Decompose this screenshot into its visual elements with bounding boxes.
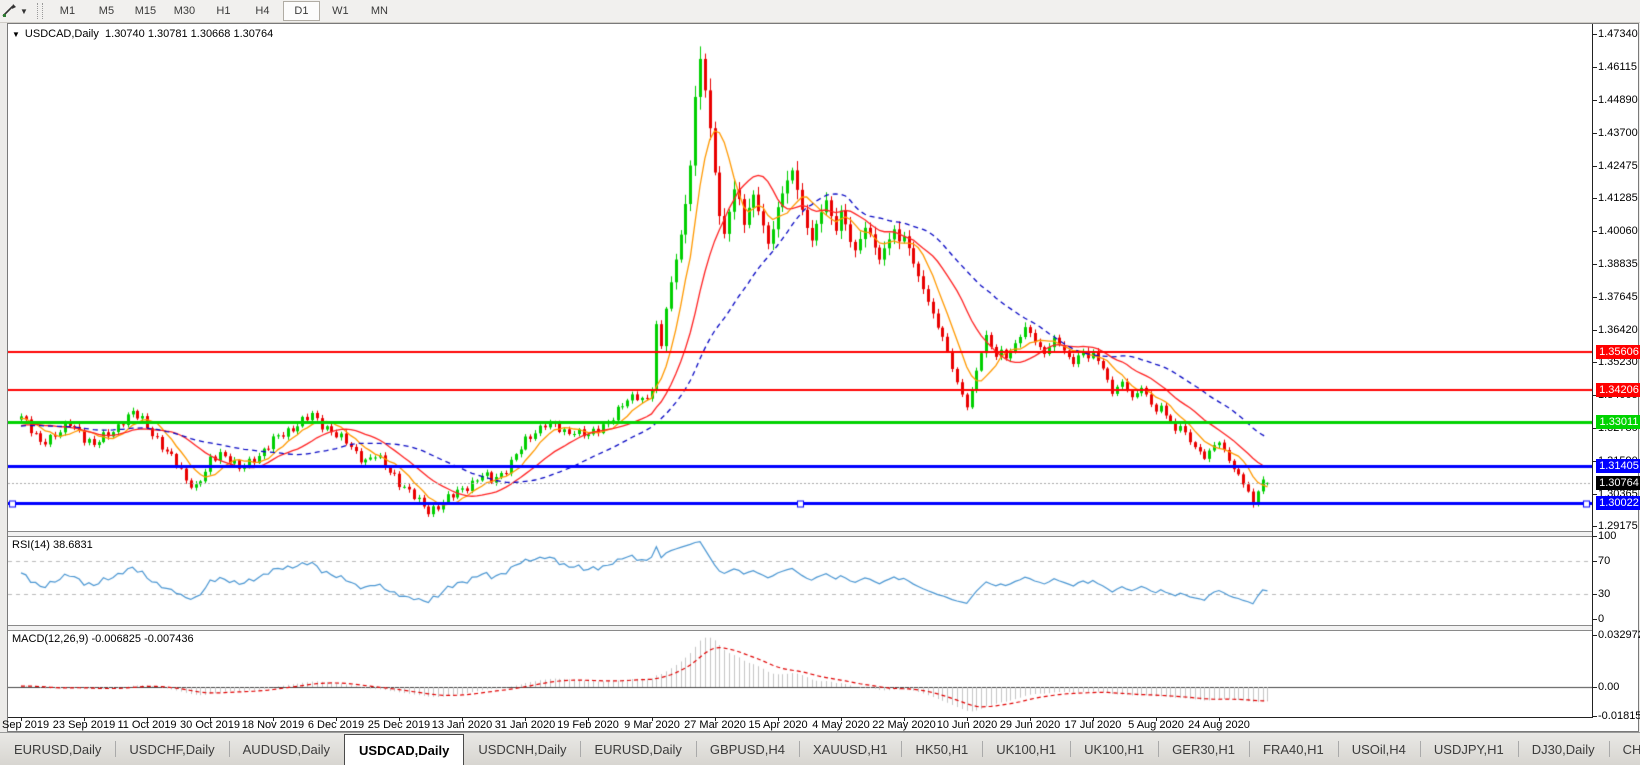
hline-price-tag: 1.34206	[1596, 383, 1640, 397]
hline-price-tag: 1.35606	[1596, 345, 1640, 359]
toolbar-grip[interactable]	[36, 3, 43, 19]
chart-tab-ger30-h1[interactable]: GER30,H1	[1158, 733, 1251, 765]
time-axis-line	[8, 717, 1593, 718]
timeframe-button-h4[interactable]: H4	[244, 1, 281, 21]
rsi-tick-mark	[1592, 561, 1597, 562]
chart-tab-usdcnh-daily[interactable]: USDCNH,Daily	[464, 733, 582, 765]
timeframe-toolbar: ▼ M1 M5 M15 M30 H1 H4 D1 W1 MN	[0, 0, 1640, 23]
macd-axis-label: 0.00	[1598, 681, 1620, 693]
rsi-level-label: 100	[1598, 530, 1617, 542]
date-tick-label: 24 Aug 2020	[1188, 719, 1250, 731]
price-tick-label: 1.46115	[1598, 61, 1637, 73]
timeframe-button-m15[interactable]: M15	[127, 1, 164, 21]
chart-symbol-label: USDCAD,Daily	[24, 28, 99, 40]
chart-tab-usoil-h4[interactable]: USOil,H4	[1338, 733, 1421, 765]
rsi-splitter[interactable]	[8, 531, 1592, 537]
price-tick-mark	[1592, 34, 1597, 35]
rsi-indicator-label: RSI(14) 38.6831	[12, 539, 93, 551]
price-tick-mark	[1592, 133, 1597, 134]
dropdown-arrow-icon: ▼	[20, 6, 28, 16]
rsi-level-label: 0	[1598, 613, 1605, 625]
macd-indicator-label: MACD(12,26,9) -0.006825 -0.007436	[12, 633, 194, 645]
rsi-tick-mark	[1592, 536, 1597, 537]
timeframe-button-m5[interactable]: M5	[88, 1, 125, 21]
hline-price-tag: 1.31405	[1596, 459, 1640, 473]
price-tick-mark	[1592, 198, 1597, 199]
chart-tab-uk100-h1[interactable]: UK100,H1	[982, 733, 1072, 765]
timeframe-button-d1[interactable]: D1	[282, 1, 320, 21]
price-tick-label: 1.47340	[1598, 28, 1638, 40]
rsi-tick-mark	[1592, 619, 1597, 620]
price-tick-mark	[1592, 362, 1597, 363]
macd-tick-mark	[1592, 687, 1597, 688]
chart-tab-eurusd-daily[interactable]: EURUSD,Daily	[0, 733, 117, 765]
price-tick-label: 1.38835	[1598, 258, 1638, 270]
price-tick-label: 1.43700	[1598, 127, 1638, 139]
price-tick-label: 1.36420	[1598, 324, 1638, 336]
chart-tab-eurusd-daily[interactable]: EURUSD,Daily	[580, 733, 697, 765]
timeframe-button-h1[interactable]: H1	[205, 1, 242, 21]
chart-tabs: EURUSD,Daily USDCHF,Daily AUDUSD,Daily USDC…	[0, 733, 1640, 765]
price-tick-label: 1.42475	[1598, 160, 1638, 172]
chart-tab-fra40-h1[interactable]: FRA40,H1	[1249, 733, 1339, 765]
chart-tab-usdchf-daily[interactable]: USDCHF,Daily	[115, 733, 230, 765]
price-tick-label: 1.44890	[1598, 94, 1638, 106]
chart-collapse-icon[interactable]: ▼	[12, 30, 20, 39]
timeframe-button-m30[interactable]: M30	[166, 1, 203, 21]
chart-tab-usdcad-daily[interactable]: USDCAD,Daily	[344, 734, 465, 765]
price-tick-label: 1.37645	[1598, 291, 1638, 303]
price-tick-mark	[1592, 526, 1597, 527]
chart-tab-gbpusd-h4[interactable]: GBPUSD,H4	[696, 733, 801, 765]
mt4-terminal: ▼ M1 M5 M15 M30 H1 H4 D1 W1 MN ▼ USDCAD,Daily 1.3…	[0, 0, 1640, 765]
timeframe-buttons: M1 M5 M15 M30 H1 H4 D1 W1 MN	[48, 1, 399, 21]
macd-splitter[interactable]	[8, 625, 1592, 631]
chart-tab-xauusd-h1[interactable]: XAUUSD,H1	[799, 733, 903, 765]
main-chart-canvas[interactable]	[8, 24, 1592, 531]
macd-panel-canvas[interactable]	[8, 629, 1592, 716]
price-tick-mark	[1592, 264, 1597, 265]
price-tick-mark	[1592, 231, 1597, 232]
chart-ohlc-quote: 1.30740 1.30781 1.30668 1.30764	[105, 28, 274, 40]
rsi-panel-canvas[interactable]	[8, 535, 1592, 625]
price-tick-label: 1.40060	[1598, 225, 1638, 237]
line-tools-button[interactable]: ▼	[0, 0, 32, 22]
macd-axis-label: -0.018154	[1598, 710, 1640, 722]
macd-axis-label: 0.032972	[1598, 629, 1640, 641]
chart-tab-hk50-h1[interactable]: HK50,H1	[901, 733, 984, 765]
price-tick-mark	[1592, 67, 1597, 68]
price-tick-mark	[1592, 330, 1597, 331]
chart-tab-dj30-daily[interactable]: DJ30,Daily	[1518, 733, 1610, 765]
macd-tick-mark	[1592, 635, 1597, 636]
price-tick-mark	[1592, 100, 1597, 101]
rsi-level-label: 70	[1598, 555, 1611, 567]
hline-price-tag: 1.33011	[1596, 415, 1640, 429]
chart-tab-usdjpy-h1[interactable]: USDJPY,H1	[1420, 733, 1519, 765]
timeframe-button-w1[interactable]: W1	[322, 1, 359, 21]
price-axis-line	[1592, 24, 1593, 718]
chart-tab-china300-h1[interactable]: CHINA300,H1	[1609, 733, 1640, 765]
price-tick-label: 1.41285	[1598, 192, 1638, 204]
price-tick-mark	[1592, 166, 1597, 167]
price-tick-mark	[1592, 297, 1597, 298]
timeframe-button-m1[interactable]: M1	[49, 1, 86, 21]
price-tick-mark	[1592, 494, 1597, 495]
rsi-level-label: 30	[1598, 588, 1611, 600]
chart-title: ▼ USDCAD,Daily 1.30740 1.30781 1.30668 1.…	[12, 28, 273, 40]
macd-tick-mark	[1592, 716, 1597, 717]
timeframe-button-mn[interactable]: MN	[361, 1, 398, 21]
chart-tab-bar: EURUSD,Daily USDCHF,Daily AUDUSD,Daily USDC…	[0, 732, 1640, 765]
chart-tab-audusd-daily[interactable]: AUDUSD,Daily	[229, 733, 346, 765]
rsi-tick-mark	[1592, 594, 1597, 595]
chart-tab-uk100-h1[interactable]: UK100,H1	[1070, 733, 1160, 765]
current-price-tag: 1.30764	[1596, 476, 1640, 490]
hline-price-tag: 1.30022	[1596, 496, 1640, 510]
trendline-cursor-icon	[2, 4, 16, 17]
